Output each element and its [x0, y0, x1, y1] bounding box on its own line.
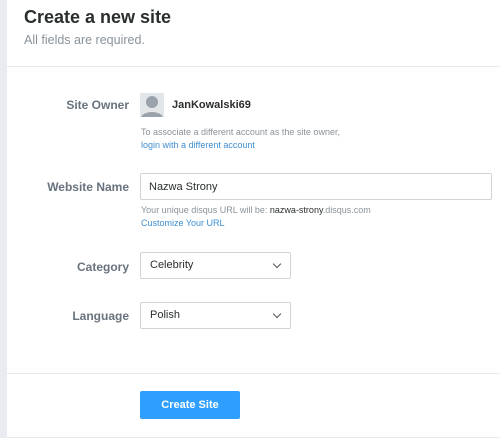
user-avatar-icon	[141, 96, 163, 117]
divider	[7, 66, 500, 67]
category-value: Celebrity	[150, 259, 194, 271]
customize-url-link[interactable]: Customize Your URL	[141, 218, 225, 228]
divider	[7, 373, 500, 374]
language-value: Polish	[150, 309, 180, 321]
left-border	[0, 0, 7, 438]
url-hint-prefix: Your unique disqus URL will be:	[141, 205, 270, 215]
website-name-input[interactable]	[140, 173, 492, 200]
owner-help-text: To associate a different account as the …	[141, 127, 340, 137]
avatar	[140, 93, 164, 117]
chevron-down-icon	[272, 309, 282, 319]
category-label: Category	[76, 260, 129, 274]
owner-username: JanKowalski69	[172, 99, 251, 111]
login-different-account-link[interactable]: login with a different account	[141, 140, 255, 150]
language-select[interactable]: Polish	[140, 302, 291, 329]
url-suffix: .disqus.com	[322, 205, 371, 215]
chevron-down-icon	[272, 259, 282, 269]
page-title: Create a new site	[24, 7, 172, 27]
language-label: Language	[72, 309, 129, 323]
category-select[interactable]: Celebrity	[140, 252, 291, 279]
site-owner-label: Site Owner	[66, 98, 129, 112]
url-hint: Your unique disqus URL will be: nazwa-st…	[141, 205, 371, 215]
website-name-label: Website Name	[47, 180, 129, 194]
create-site-button[interactable]: Create Site	[140, 391, 240, 419]
page-subtitle: All fields are required.	[24, 33, 145, 47]
url-slug: nazwa-strony	[269, 205, 323, 215]
